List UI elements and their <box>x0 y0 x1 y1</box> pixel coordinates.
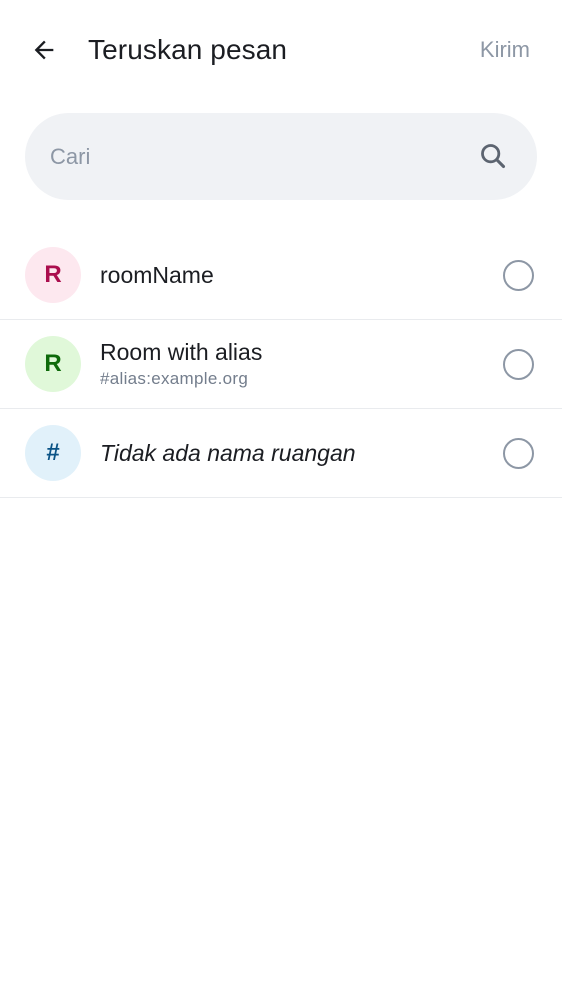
search-input[interactable] <box>50 113 470 200</box>
arrow-back-icon <box>34 40 54 60</box>
room-list-item[interactable]: # Tidak ada nama ruangan <box>0 409 562 498</box>
avatar-letter: R <box>44 261 62 288</box>
avatar-letter: R <box>44 350 62 377</box>
page-title: Teruskan pesan <box>88 34 288 65</box>
room-list-item[interactable]: R Room with alias #alias:example.org <box>0 320 562 409</box>
avatar-letter: # <box>46 439 60 466</box>
radio-unchecked-icon[interactable] <box>503 438 534 469</box>
forward-message-screen: Teruskan pesan Kirim R roomName R Room w… <box>0 0 562 1000</box>
top-app-bar: Teruskan pesan Kirim <box>0 0 562 100</box>
search-bar[interactable] <box>25 113 537 200</box>
room-text: Room with alias #alias:example.org <box>100 320 262 408</box>
room-alias: #alias:example.org <box>100 369 249 388</box>
room-text: Tidak ada nama ruangan <box>100 409 356 497</box>
room-name: Room with alias <box>100 339 263 365</box>
room-list-item[interactable]: R roomName <box>0 231 562 320</box>
search-icon <box>481 144 506 169</box>
room-name: roomName <box>100 262 214 288</box>
room-avatar: R <box>25 336 81 392</box>
room-avatar: R <box>25 247 81 303</box>
radio-unchecked-icon[interactable] <box>503 260 534 291</box>
room-name: Tidak ada nama ruangan <box>100 440 356 466</box>
send-button[interactable]: Kirim <box>480 32 530 68</box>
room-avatar: # <box>25 425 81 481</box>
room-text: roomName <box>100 231 214 319</box>
radio-unchecked-icon[interactable] <box>503 349 534 380</box>
room-list: R roomName R Room with alias #alias:exam… <box>0 231 562 498</box>
back-button[interactable] <box>24 30 64 70</box>
